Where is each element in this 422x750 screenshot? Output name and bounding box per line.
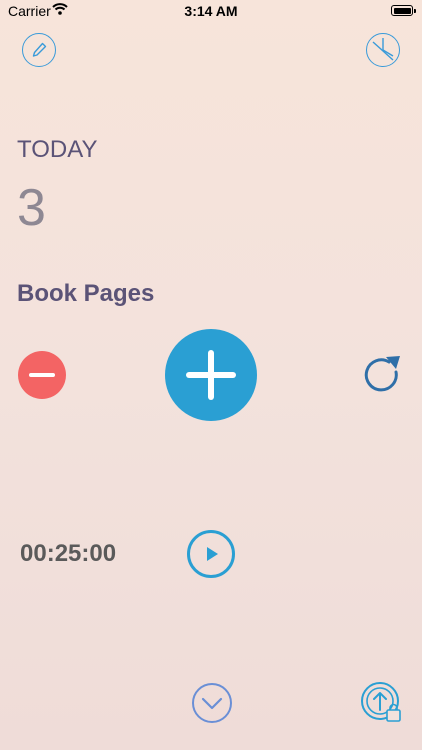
chevron-down-icon — [201, 697, 223, 710]
stats-button[interactable] — [366, 33, 400, 67]
refresh-icon — [364, 356, 400, 392]
count-value: 3 — [17, 179, 46, 237]
minus-icon — [29, 373, 55, 377]
decrement-button[interactable] — [18, 351, 66, 399]
pie-chart-icon — [372, 38, 394, 61]
play-icon — [207, 547, 218, 561]
edit-button[interactable] — [22, 33, 56, 67]
timer-display: 00:25:00 — [20, 540, 117, 567]
category-title[interactable]: Book Pages — [17, 280, 154, 308]
reset-button[interactable] — [360, 352, 406, 398]
clock: 3:14 AM — [184, 3, 238, 19]
increment-button[interactable] — [165, 329, 257, 421]
play-button[interactable] — [187, 530, 235, 578]
collapse-button[interactable] — [191, 682, 233, 724]
upgrade-button[interactable] — [360, 680, 404, 724]
upload-bag-icon — [361, 682, 401, 722]
status-bar: Carrier 3:14 AM — [0, 0, 422, 22]
period-label: TODAY — [17, 136, 98, 163]
pencil-icon — [32, 42, 47, 57]
battery-icon — [391, 5, 416, 16]
